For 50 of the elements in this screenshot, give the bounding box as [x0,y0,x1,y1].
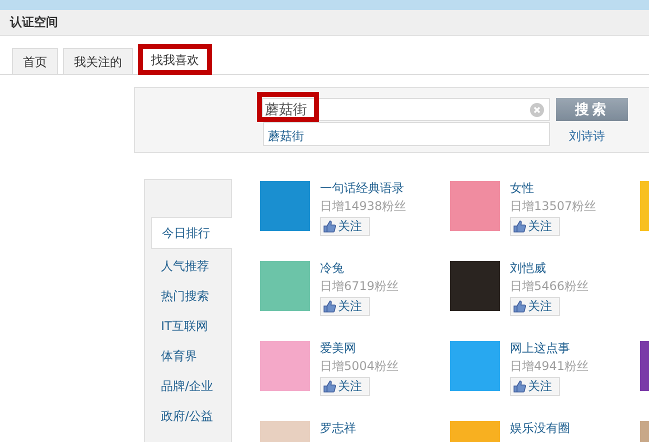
thumbs-up-icon [323,380,336,393]
thumbs-up-icon [513,300,526,313]
suggestion-item[interactable]: 蘑菇街 [268,128,304,145]
account-name[interactable]: 爱美网 [320,341,399,356]
avatar-placeholder[interactable] [260,181,310,231]
nav-tab[interactable]: 首页 [12,48,58,74]
category-item[interactable]: 热门搜索 [145,281,232,311]
account-name[interactable]: 刘恺威 [510,261,589,276]
follow-button[interactable]: 关注 [510,217,560,236]
fan-growth-text: 日增14938粉丝 [320,199,406,214]
thumbs-up-icon [323,220,336,233]
page-title: 认证空间 [8,14,59,31]
avatar-placeholder[interactable] [640,181,649,231]
hot-search-link[interactable]: 刘诗诗 [569,128,605,145]
category-item[interactable]: 政府/公益 [145,401,232,431]
account-name[interactable]: 女性 [510,181,596,196]
fan-growth-text: 日增5466粉丝 [510,279,589,294]
avatar-placeholder[interactable] [450,261,500,311]
account-name[interactable]: 娱乐没有圈 [510,421,570,436]
follow-button[interactable]: 关注 [320,377,370,396]
category-item[interactable]: 体育界 [145,341,232,371]
account-name[interactable]: 罗志祥 [320,421,356,436]
category-item[interactable]: IT互联网 [145,311,232,341]
nav-tab[interactable]: 我关注的 [63,48,133,74]
fan-growth-text: 日增4941粉丝 [510,359,589,374]
fan-growth-text: 日增6719粉丝 [320,279,399,294]
account-name[interactable]: 冷兔 [320,261,399,276]
thumbs-up-icon [513,220,526,233]
thumbs-up-icon [513,380,526,393]
category-item[interactable]: 今日排行 [151,217,232,249]
search-value: 蘑菇街 [264,100,308,118]
account-name[interactable]: 网上这点事 [510,341,589,356]
search-field[interactable]: 蘑菇街 [262,98,550,121]
nav-tab[interactable]: 找我喜欢 [138,44,212,75]
follow-button[interactable]: 关注 [320,217,370,236]
follow-button[interactable]: 关注 [510,377,560,396]
avatar-placeholder[interactable] [450,181,500,231]
avatar-placeholder[interactable] [450,341,500,391]
thumbs-up-icon [323,300,336,313]
avatar-placeholder[interactable] [260,261,310,311]
fan-growth-text: 日增5004粉丝 [320,359,399,374]
avatar-placeholder[interactable] [640,341,649,391]
category-item[interactable]: 人气推荐 [145,251,232,281]
avatar-placeholder[interactable] [260,341,310,391]
fan-growth-text: 日增13507粉丝 [510,199,596,214]
clear-icon[interactable] [530,103,544,117]
follow-button[interactable]: 关注 [510,297,560,316]
account-name[interactable]: 一句话经典语录 [320,181,406,196]
category-item[interactable]: 品牌/企业 [145,371,232,401]
follow-button[interactable]: 关注 [320,297,370,316]
